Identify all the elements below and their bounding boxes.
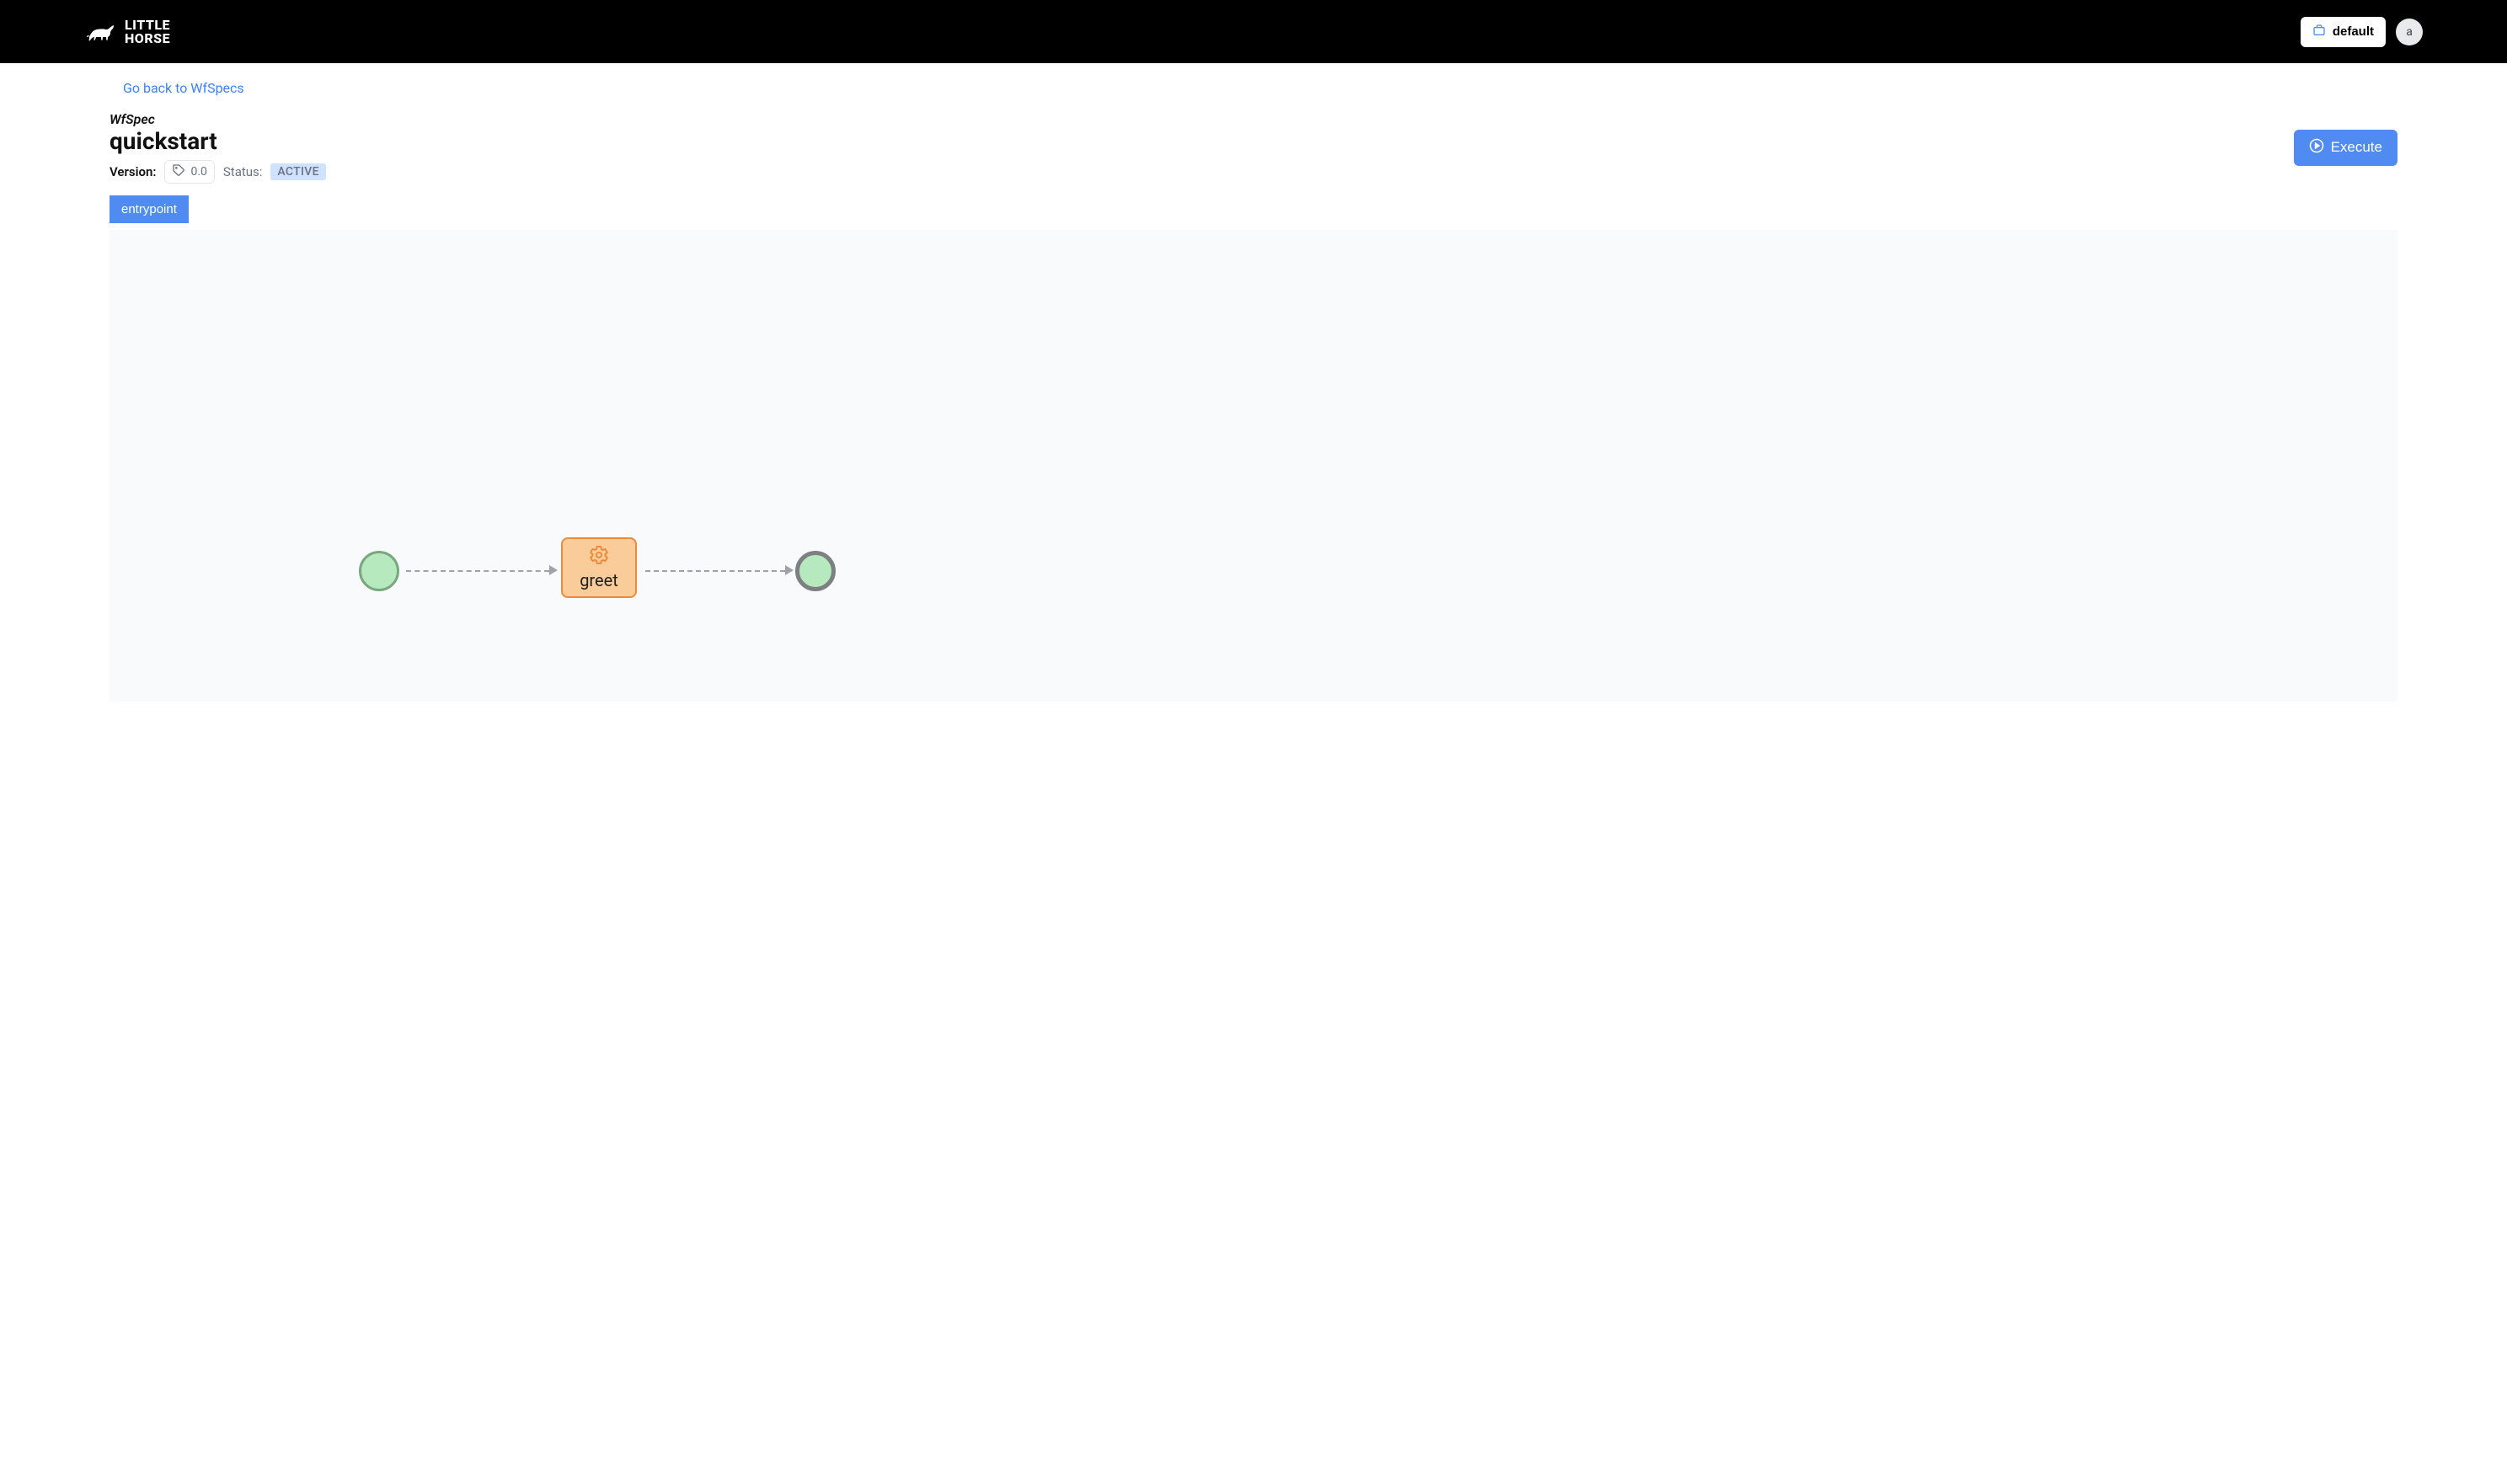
- workspace-selector[interactable]: default: [2301, 17, 2386, 47]
- cog-icon: [589, 545, 609, 569]
- avatar-initial: a: [2406, 25, 2413, 39]
- main-content: Go back to WfSpecs WfSpec quickstart Ver…: [0, 63, 2507, 702]
- execute-label: Execute: [2331, 139, 2382, 156]
- execute-button[interactable]: Execute: [2294, 130, 2397, 166]
- arrow-icon: [549, 565, 558, 575]
- user-avatar[interactable]: a: [2396, 19, 2423, 45]
- horse-icon: [84, 20, 118, 44]
- workspace-label: default: [2333, 24, 2374, 39]
- status-label: Status:: [223, 164, 263, 179]
- version-value: 0.0: [190, 165, 206, 179]
- page-title: quickstart: [110, 127, 326, 155]
- version-label: Version:: [110, 164, 156, 179]
- start-node[interactable]: [359, 551, 399, 591]
- version-pill[interactable]: 0.0: [164, 160, 214, 184]
- tag-icon: [172, 163, 185, 180]
- logo-text-line2: HORSE: [125, 32, 170, 45]
- tabs: entrypoint: [110, 195, 2397, 223]
- briefcase-icon: [2312, 24, 2326, 40]
- edge-start-to-task: [406, 570, 549, 572]
- play-circle-icon: [2309, 138, 2324, 157]
- status-badge: ACTIVE: [270, 163, 325, 180]
- page-header: WfSpec quickstart Version: 0.0 Status: A…: [110, 111, 2397, 184]
- page-header-left: WfSpec quickstart Version: 0.0 Status: A…: [110, 111, 326, 184]
- header-right: default a: [2301, 17, 2423, 47]
- task-node-label: greet: [580, 570, 618, 590]
- end-node[interactable]: [795, 551, 836, 591]
- logo[interactable]: LITTLE HORSE: [84, 19, 170, 44]
- workflow-canvas[interactable]: greet: [110, 230, 2397, 702]
- back-link[interactable]: Go back to WfSpecs: [123, 80, 244, 96]
- task-node-greet[interactable]: greet: [561, 537, 637, 598]
- tab-entrypoint[interactable]: entrypoint: [110, 195, 189, 223]
- arrow-icon: [785, 565, 794, 575]
- app-header: LITTLE HORSE default a: [0, 0, 2507, 63]
- type-label: WfSpec: [110, 111, 326, 127]
- logo-text: LITTLE HORSE: [125, 19, 170, 44]
- meta-row: Version: 0.0 Status: ACTIVE: [110, 160, 326, 184]
- edge-task-to-end: [645, 570, 785, 572]
